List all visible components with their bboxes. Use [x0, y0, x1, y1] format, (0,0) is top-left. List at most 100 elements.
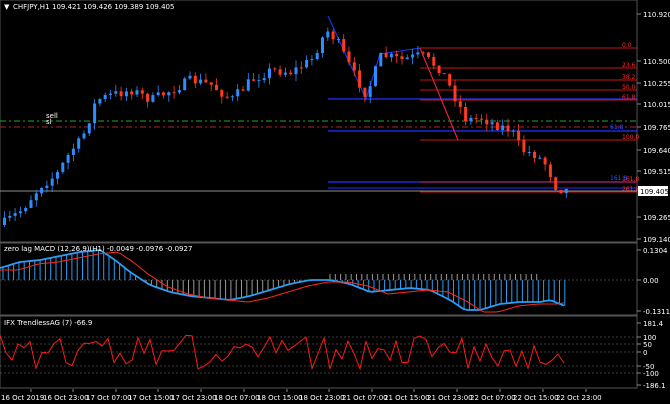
candle-body: [485, 119, 489, 125]
candle-body: [501, 125, 505, 131]
candle-body: [177, 90, 181, 93]
candle-body: [421, 52, 425, 54]
macd-title: zero lag MACD (12,26,9)(H1) -0.0049 -0.0…: [4, 245, 192, 253]
time-tick-label: 18 Oct 15:00: [257, 394, 303, 402]
candle-body: [352, 62, 356, 71]
candle-body: [416, 52, 420, 55]
candle-body: [400, 56, 404, 60]
candle-body: [236, 89, 240, 97]
candle-body: [146, 93, 150, 102]
candle-body: [24, 207, 28, 212]
candle-body: [294, 67, 298, 75]
trend-tick-label: -186.1: [643, 382, 666, 390]
header-arrow[interactable]: ▼: [4, 3, 10, 11]
candle-body: [543, 157, 547, 165]
candle-body: [109, 93, 112, 95]
fib-level-label: 0.0: [622, 42, 632, 49]
candle-body: [124, 91, 128, 97]
candle-body: [262, 78, 266, 81]
candle-body: [474, 117, 478, 119]
candle-body: [119, 91, 123, 97]
candle-body: [87, 123, 91, 134]
fib-blue-label: 161.8: [610, 175, 627, 182]
ohlc-values: 109.421 109.426 109.389 109.405: [52, 3, 174, 11]
candle-body: [490, 122, 494, 125]
candle-body: [156, 92, 160, 96]
candle-body: [268, 68, 271, 79]
candle-body: [310, 59, 314, 61]
candle-body: [82, 133, 86, 139]
candle-body: [559, 189, 563, 194]
candle-body: [368, 86, 372, 97]
candle-body: [204, 79, 208, 83]
macd-tick-label: -0.1311: [643, 308, 670, 316]
candle-body: [162, 92, 165, 96]
candle-body: [448, 73, 452, 86]
price-tick-label: 110.500: [643, 58, 670, 66]
candle-body: [241, 89, 245, 91]
candle-body: [405, 57, 409, 60]
candle-body: [151, 95, 155, 102]
candle-body: [517, 130, 521, 141]
fib-blue-label: 61.8: [610, 124, 624, 131]
candle-body: [442, 73, 446, 75]
fib-level-label: 261.8: [622, 186, 639, 193]
price-tick-label: 109.765: [643, 124, 670, 132]
candle-body: [50, 178, 54, 186]
candle-body: [98, 99, 102, 104]
candle-body: [61, 162, 65, 173]
time-tick-label: 22 Oct 07:00: [470, 394, 516, 402]
candle-body: [45, 185, 49, 189]
candle-body: [278, 69, 282, 75]
chart-background: [0, 0, 670, 404]
candle-body: [389, 53, 393, 58]
trading-chart[interactable]: sell sl 0.023.638.250.061.8100.0161.8261…: [0, 0, 670, 404]
candle-body: [522, 140, 526, 153]
fib-level-label: 38.2: [622, 74, 636, 81]
candle-body: [140, 90, 144, 94]
candle-body: [411, 54, 415, 58]
candle-body: [527, 151, 531, 153]
candle-body: [564, 188, 568, 194]
candle-body: [458, 101, 462, 107]
candle-body: [34, 193, 38, 201]
candle-body: [289, 72, 293, 75]
time-tick-label: 21 Oct 15:00: [384, 394, 430, 402]
candle-body: [347, 51, 351, 63]
candle-body: [511, 130, 515, 132]
time-tick-label: 16 Oct 23:00: [43, 394, 89, 402]
time-tick-label: 16 Oct 2019: [1, 394, 44, 402]
candle-body: [8, 215, 12, 218]
candle-body: [225, 96, 229, 98]
candle-body: [130, 91, 134, 95]
candle-body: [103, 94, 107, 100]
current-price-value: 109.405: [640, 188, 669, 196]
price-tick-label: 109.140: [643, 236, 670, 244]
candle-body: [167, 92, 171, 96]
price-tick-label: 109.640: [643, 147, 670, 155]
candle-body: [183, 78, 187, 91]
candle-body: [246, 79, 250, 91]
candle-body: [358, 70, 362, 88]
candle-body: [199, 79, 203, 84]
candle-body: [71, 148, 75, 155]
candle-body: [114, 91, 118, 94]
candle-body: [495, 122, 499, 131]
candle-body: [13, 213, 17, 216]
candle-body: [315, 53, 319, 60]
price-tick-label: 109.515: [643, 168, 670, 176]
candle-body: [432, 56, 436, 66]
candle-body: [326, 31, 330, 38]
price-tick-label: 110.255: [643, 80, 670, 88]
price-tick-label: 110.920: [643, 11, 670, 19]
candle-body: [77, 138, 81, 149]
candle-body: [548, 164, 552, 178]
current-price-tag: 109.405: [638, 186, 669, 196]
symbol-label: CHFJPY,H1: [13, 3, 50, 11]
candle-body: [252, 79, 256, 81]
price-tick-label: 110.015: [643, 101, 670, 109]
fib-level-label: 23.6: [622, 62, 636, 69]
trend-tick-label: -100: [643, 370, 659, 378]
time-tick-label: 21 Oct 23:00: [427, 394, 473, 402]
time-tick-label: 17 Oct 07:00: [86, 394, 132, 402]
